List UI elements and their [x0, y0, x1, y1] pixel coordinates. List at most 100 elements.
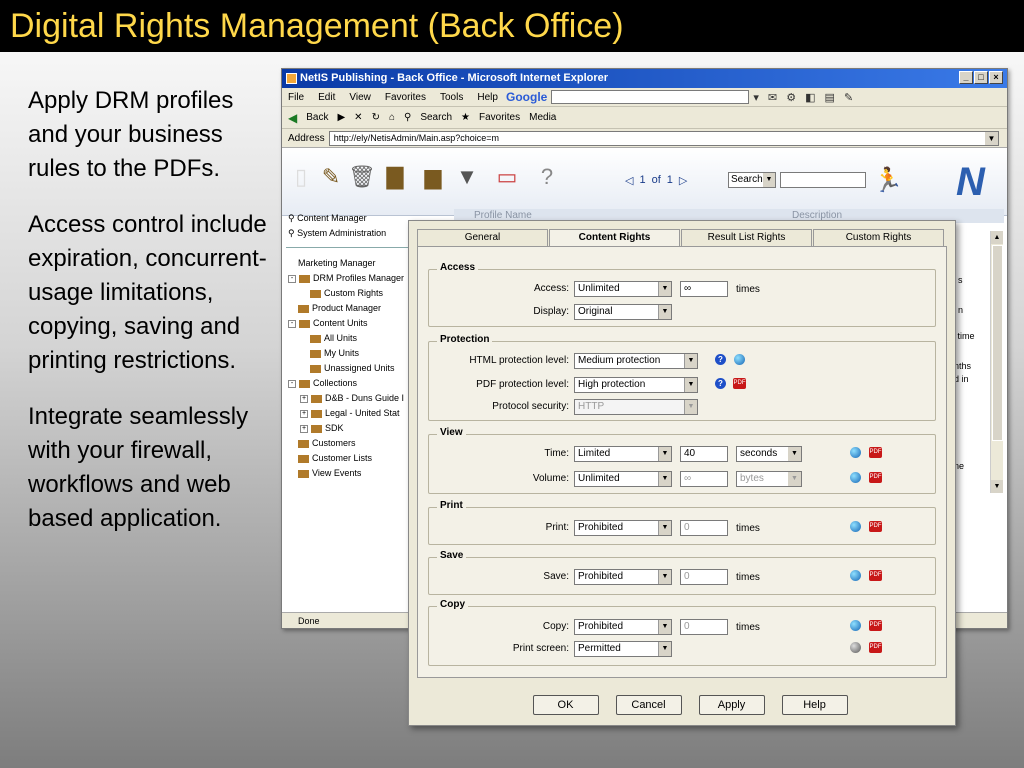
prev-page-icon[interactable]: ◁ [625, 174, 633, 187]
tree-item-label: D&B - Duns Guide I [325, 393, 405, 403]
collapse-icon[interactable]: - [288, 379, 296, 388]
menu-view[interactable]: View [349, 92, 371, 103]
google-logo[interactable]: Google [506, 90, 547, 104]
expand-icon[interactable]: + [300, 394, 308, 403]
help-button[interactable]: Help [781, 695, 848, 715]
google-toolbar-icons[interactable]: ▾ ✉ ⚙ ◧ ▤ ✎ [753, 91, 856, 104]
menu-tools[interactable]: Tools [440, 92, 463, 103]
maximize-button[interactable]: □ [974, 71, 988, 84]
trash-icon[interactable]: 🗑 [348, 162, 376, 192]
volume-count-input[interactable]: ∞ [680, 471, 728, 487]
minimize-button[interactable]: _ [959, 71, 973, 84]
time-select[interactable]: Limited ▼ [574, 446, 672, 462]
pdf-protection-select[interactable]: High protection ▼ [574, 377, 698, 393]
menu-edit[interactable]: Edit [318, 92, 335, 103]
home-folder-icon[interactable]: ▆ [420, 162, 446, 192]
address-dropdown-icon[interactable]: ▼ [985, 131, 998, 145]
scroll-down-icon[interactable]: ▼ [991, 480, 1003, 493]
next-page-icon[interactable]: ▷ [679, 174, 687, 187]
html-protection-label: HTML protection level: [469, 355, 569, 366]
filter-icon[interactable]: ▼ [454, 162, 480, 192]
new-document-icon[interactable]: ▯ [288, 162, 314, 192]
time-unit-select[interactable]: seconds ▼ [736, 446, 802, 462]
expand-icon[interactable]: + [300, 409, 308, 418]
tab-general[interactable]: General [417, 229, 548, 246]
run-icon[interactable]: 🏃 [873, 166, 903, 195]
refresh-icon[interactable]: ↻ [372, 112, 380, 123]
ok-button[interactable]: OK [532, 695, 599, 715]
help-icon[interactable]: ? [715, 354, 726, 365]
save-select[interactable]: Prohibited ▼ [574, 569, 672, 585]
volume-unit-select[interactable]: bytes ▼ [736, 471, 802, 487]
folder-icon [298, 439, 309, 448]
close-button[interactable]: × [989, 71, 1003, 84]
globe-icon [850, 642, 861, 653]
tree-item-label: Legal - United Stat [325, 408, 400, 418]
media-button[interactable]: Media [529, 112, 556, 123]
display-select[interactable]: Original ▼ [574, 304, 672, 320]
apply-button[interactable]: Apply [698, 695, 765, 715]
home-icon[interactable]: ⌂ [389, 112, 395, 123]
globe-icon [850, 620, 861, 631]
app-search-input[interactable] [780, 172, 866, 188]
volume-label: Volume: [532, 473, 569, 484]
forward-arrow-icon[interactable]: ▶ [337, 112, 345, 123]
copy-times-label: times [736, 622, 760, 633]
briefcase-icon[interactable]: ▇ [382, 162, 408, 192]
volume-select[interactable]: Unlimited ▼ [574, 471, 672, 487]
google-search-input[interactable] [551, 90, 750, 104]
menu-file[interactable]: File [288, 92, 304, 103]
address-input[interactable]: http://ely/NetisAdmin/Main.asp?choice=m … [328, 130, 999, 146]
time-count-input[interactable]: 40 [680, 446, 728, 462]
chevron-down-icon: ▼ [658, 472, 671, 486]
edit-document-icon[interactable]: ✎ [318, 162, 344, 192]
help-icon[interactable]: ? [715, 378, 726, 389]
copy-count-input[interactable]: 0 [680, 619, 728, 635]
globe-icon [734, 354, 745, 365]
save-count-input[interactable]: 0 [680, 569, 728, 585]
stop-icon[interactable]: ✕ [354, 112, 362, 123]
chevron-down-icon: ▼ [788, 472, 801, 486]
menu-favorites[interactable]: Favorites [385, 92, 426, 103]
netis-logo: N [956, 160, 985, 204]
collapse-icon[interactable]: - [288, 274, 296, 283]
collapse-icon[interactable]: - [288, 319, 296, 328]
help-question-icon[interactable]: ? [534, 162, 560, 192]
html-protection-select[interactable]: Medium protection ▼ [574, 353, 698, 369]
access-label: Access: [533, 283, 569, 294]
tree-item-label: View Events [312, 468, 362, 478]
favorites-button[interactable]: Favorites [479, 112, 520, 123]
copy-select[interactable]: Prohibited ▼ [574, 619, 672, 635]
print-select[interactable]: Prohibited ▼ [574, 520, 672, 536]
search-button[interactable]: Search [420, 112, 452, 123]
protocol-security-select[interactable]: HTTP ▼ [574, 399, 698, 415]
save-times-label: times [736, 572, 760, 583]
search-select[interactable]: Search ▼ [728, 172, 776, 188]
app-toolbar: ▯ ✎ 🗑 ▇ ▆ ▼ ▭ ? ◁ 1 of 1 ▷ Search ▼ 🏃 N [282, 148, 1007, 216]
access-select[interactable]: Unlimited ▼ [574, 281, 672, 297]
favorites-star-icon: ★ [461, 112, 470, 123]
list-fragment: n [958, 305, 964, 315]
status-text: Done [298, 616, 320, 626]
print-screen-select[interactable]: Permitted ▼ [574, 641, 672, 657]
list-scrollbar[interactable]: ▲ ▼ [990, 231, 1003, 493]
tab-custom-rights[interactable]: Custom Rights [813, 229, 944, 246]
folder-icon [299, 379, 310, 388]
tab-result-list-rights[interactable]: Result List Rights [681, 229, 812, 246]
access-count-input[interactable]: ∞ [680, 281, 728, 297]
back-arrow-icon[interactable]: ◀ [288, 111, 297, 125]
back-button[interactable]: Back [306, 112, 328, 123]
menu-help[interactable]: Help [477, 92, 498, 103]
browser-title: NetIS Publishing - Back Office - Microso… [300, 72, 609, 84]
cancel-button[interactable]: Cancel [615, 695, 682, 715]
expand-icon[interactable]: + [300, 424, 308, 433]
chevron-down-icon: ▼ [658, 642, 671, 656]
report-icon[interactable]: ▭ [494, 162, 520, 192]
scroll-up-icon[interactable]: ▲ [991, 231, 1003, 244]
tab-content-rights[interactable]: Content Rights [549, 229, 680, 246]
scroll-thumb[interactable] [992, 245, 1003, 441]
view-group: View Time: Limited ▼ 40 seconds ▼ PDF Volu… [428, 427, 936, 494]
display-label: Display: [533, 306, 569, 317]
list-fragment: nths [954, 361, 972, 371]
print-count-input[interactable]: 0 [680, 520, 728, 536]
